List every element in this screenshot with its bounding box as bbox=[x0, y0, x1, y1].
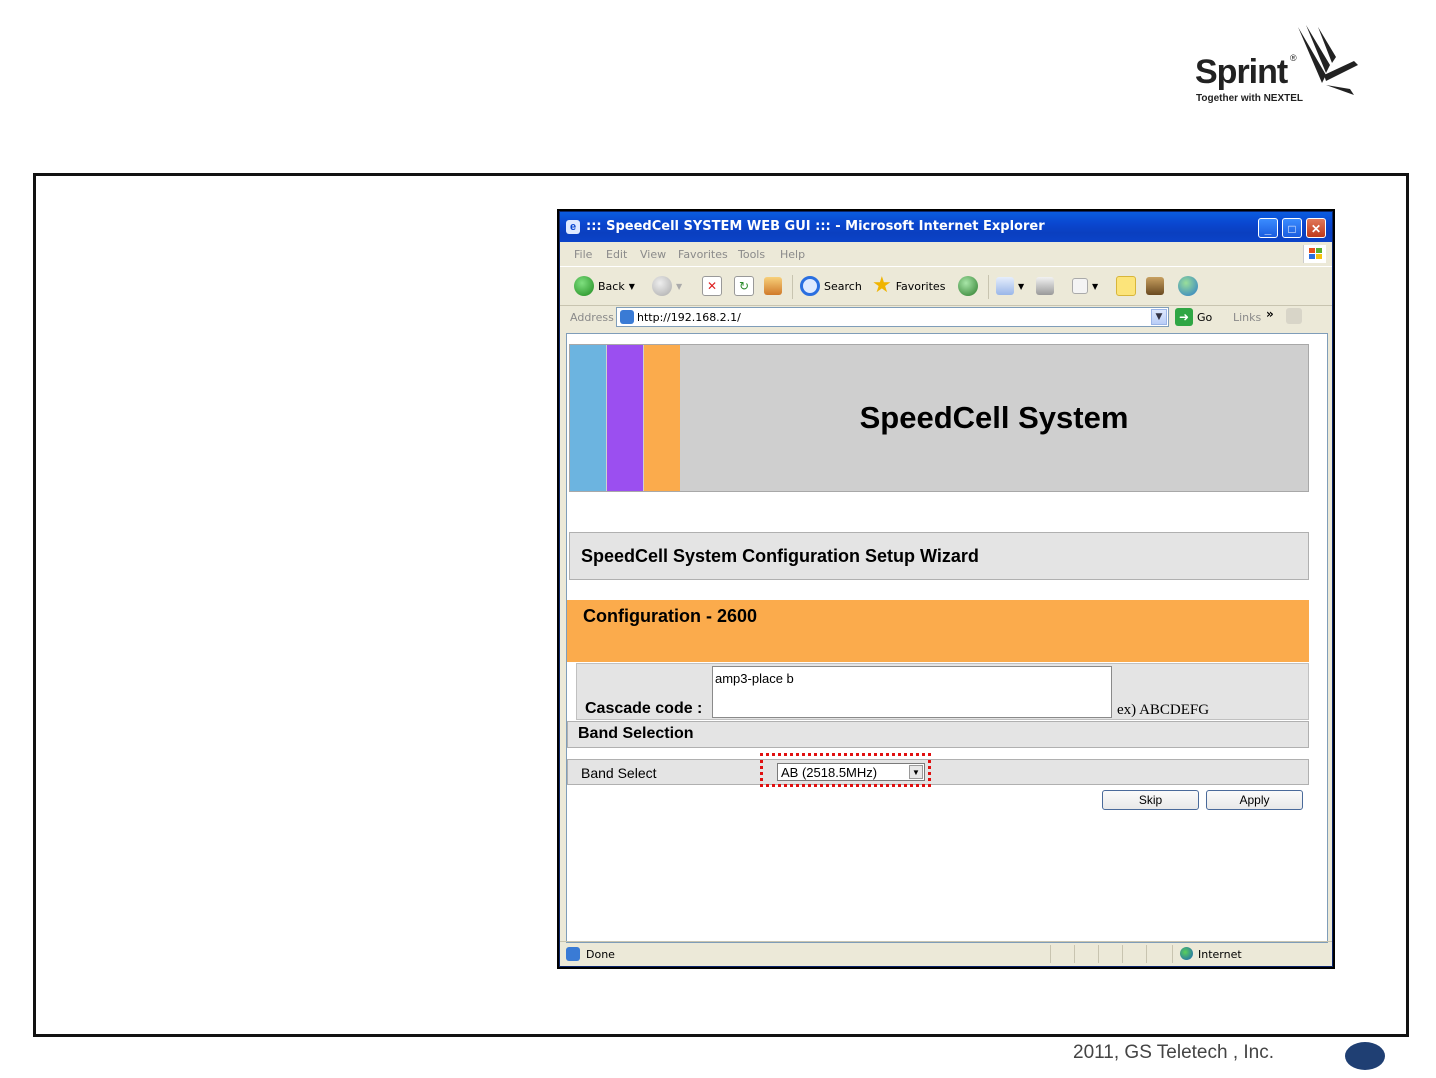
status-bar: Done Internet bbox=[560, 941, 1332, 966]
sprint-logo: Sprint ® Together with NEXTEL bbox=[1190, 25, 1360, 107]
close-button[interactable]: ✕ bbox=[1306, 218, 1326, 238]
band-select-label: Band Select bbox=[581, 765, 657, 781]
chevron-right-icon[interactable]: » bbox=[1266, 307, 1274, 321]
search-icon bbox=[800, 276, 820, 296]
cascade-code-example: ex) ABCDEFG bbox=[1117, 702, 1210, 718]
menu-edit[interactable]: Edit bbox=[606, 248, 627, 261]
research-button[interactable] bbox=[1146, 275, 1164, 297]
cascade-code-input[interactable]: amp3-place b bbox=[712, 666, 1112, 718]
star-icon: ★ bbox=[872, 273, 892, 298]
back-arrow-icon bbox=[574, 276, 594, 296]
address-bar: Address http://192.168.2.1/ ▼ ➜ Go Links… bbox=[560, 305, 1332, 331]
back-label: Back bbox=[598, 279, 625, 293]
home-icon bbox=[764, 277, 782, 295]
forward-arrow-icon bbox=[652, 276, 672, 296]
refresh-icon: ↻ bbox=[734, 276, 754, 296]
page-icon bbox=[620, 310, 634, 324]
band-select-row: Band Select AB (2518.5MHz) ▼ bbox=[567, 759, 1309, 785]
stripe-orange bbox=[644, 345, 680, 491]
edit-button[interactable]: ▼ bbox=[1072, 275, 1098, 297]
edit-doc-icon bbox=[1072, 278, 1088, 294]
menu-file[interactable]: File bbox=[574, 248, 592, 261]
back-button[interactable]: Back ▼ bbox=[574, 275, 635, 297]
cascade-code-label: Cascade code : bbox=[585, 700, 703, 717]
toolbar-extra-icon[interactable] bbox=[1286, 308, 1302, 324]
address-url: http://192.168.2.1/ bbox=[637, 311, 741, 324]
note-icon bbox=[1116, 276, 1136, 296]
menu-tools[interactable]: Tools bbox=[738, 248, 765, 261]
address-input[interactable]: http://192.168.2.1/ ▼ bbox=[616, 307, 1169, 327]
band-selection-heading: Band Selection bbox=[567, 721, 1309, 748]
address-label: Address bbox=[570, 311, 614, 324]
status-text: Done bbox=[586, 948, 615, 961]
browser-window: e ::: SpeedCell SYSTEM WEB GUI ::: - Mic… bbox=[557, 209, 1335, 969]
logo-tagline: Together with NEXTEL bbox=[1196, 93, 1304, 104]
search-label: Search bbox=[824, 279, 862, 293]
menu-help[interactable]: Help bbox=[780, 248, 805, 261]
go-button[interactable]: ➜ Go bbox=[1175, 308, 1212, 326]
page-number-badge bbox=[1345, 1042, 1385, 1070]
page-title: SpeedCell System bbox=[859, 400, 1129, 435]
printer-icon bbox=[1036, 277, 1054, 295]
go-arrow-icon: ➜ bbox=[1175, 308, 1193, 326]
window-title: ::: SpeedCell SYSTEM WEB GUI ::: - Micro… bbox=[586, 219, 1045, 234]
search-button[interactable]: Search bbox=[800, 275, 862, 297]
page-done-icon bbox=[566, 947, 580, 961]
home-button[interactable] bbox=[764, 275, 782, 297]
messenger-button[interactable] bbox=[1178, 275, 1198, 297]
menu-bar: File Edit View Favorites Tools Help bbox=[560, 243, 1332, 265]
favorites-label: Favorites bbox=[895, 279, 946, 293]
cascade-code-row: Cascade code : amp3-place b ex) ABCDEFG bbox=[576, 663, 1309, 720]
mail-icon bbox=[996, 277, 1014, 295]
favorites-button[interactable]: ★ Favorites bbox=[872, 275, 945, 297]
messenger-icon bbox=[1178, 276, 1198, 296]
history-icon bbox=[958, 276, 978, 296]
refresh-button[interactable]: ↻ bbox=[734, 275, 754, 297]
highlight-box bbox=[760, 753, 931, 787]
links-toolbar[interactable]: Links bbox=[1233, 311, 1261, 324]
history-button[interactable] bbox=[958, 275, 978, 297]
print-button[interactable] bbox=[1036, 275, 1054, 297]
security-zone: Internet bbox=[1198, 948, 1242, 961]
sprint-wing-icon bbox=[1298, 25, 1358, 95]
internet-globe-icon bbox=[1180, 947, 1193, 960]
minimize-button[interactable]: _ bbox=[1258, 218, 1278, 238]
forward-button[interactable]: ▼ bbox=[652, 275, 682, 297]
title-bar: e ::: SpeedCell SYSTEM WEB GUI ::: - Mic… bbox=[560, 212, 1332, 242]
go-label: Go bbox=[1197, 310, 1213, 324]
stop-icon: ✕ bbox=[702, 276, 722, 296]
ie-icon: e bbox=[566, 220, 580, 234]
stripe-purple bbox=[607, 345, 643, 491]
address-dropdown-icon[interactable]: ▼ bbox=[1151, 309, 1167, 325]
mail-button[interactable]: ▼ bbox=[996, 275, 1024, 297]
skip-button[interactable]: Skip bbox=[1102, 790, 1199, 810]
logo-word: Sprint bbox=[1195, 53, 1288, 91]
research-book-icon bbox=[1146, 277, 1164, 295]
page-viewport: SpeedCell System SpeedCell System Config… bbox=[566, 333, 1328, 943]
page-header: SpeedCell System bbox=[569, 344, 1309, 492]
stop-button[interactable]: ✕ bbox=[702, 275, 722, 297]
menu-view[interactable]: View bbox=[640, 248, 666, 261]
windows-flag-icon bbox=[1303, 245, 1326, 263]
wizard-title: SpeedCell System Configuration Setup Wiz… bbox=[569, 532, 1309, 580]
config-title: Configuration - 2600 bbox=[567, 600, 1309, 662]
standard-toolbar: Back ▼ ▼ ✕ ↻ Search ★ Favorites ▼ ▼ bbox=[560, 266, 1332, 306]
stripe-blue bbox=[570, 345, 606, 491]
discuss-button[interactable] bbox=[1116, 275, 1136, 297]
menu-favorites[interactable]: Favorites bbox=[678, 248, 728, 261]
copyright-footer: 2011, GS Teletech , Inc. bbox=[1073, 1042, 1275, 1063]
apply-button[interactable]: Apply bbox=[1206, 790, 1303, 810]
maximize-button[interactable]: □ bbox=[1282, 218, 1302, 238]
